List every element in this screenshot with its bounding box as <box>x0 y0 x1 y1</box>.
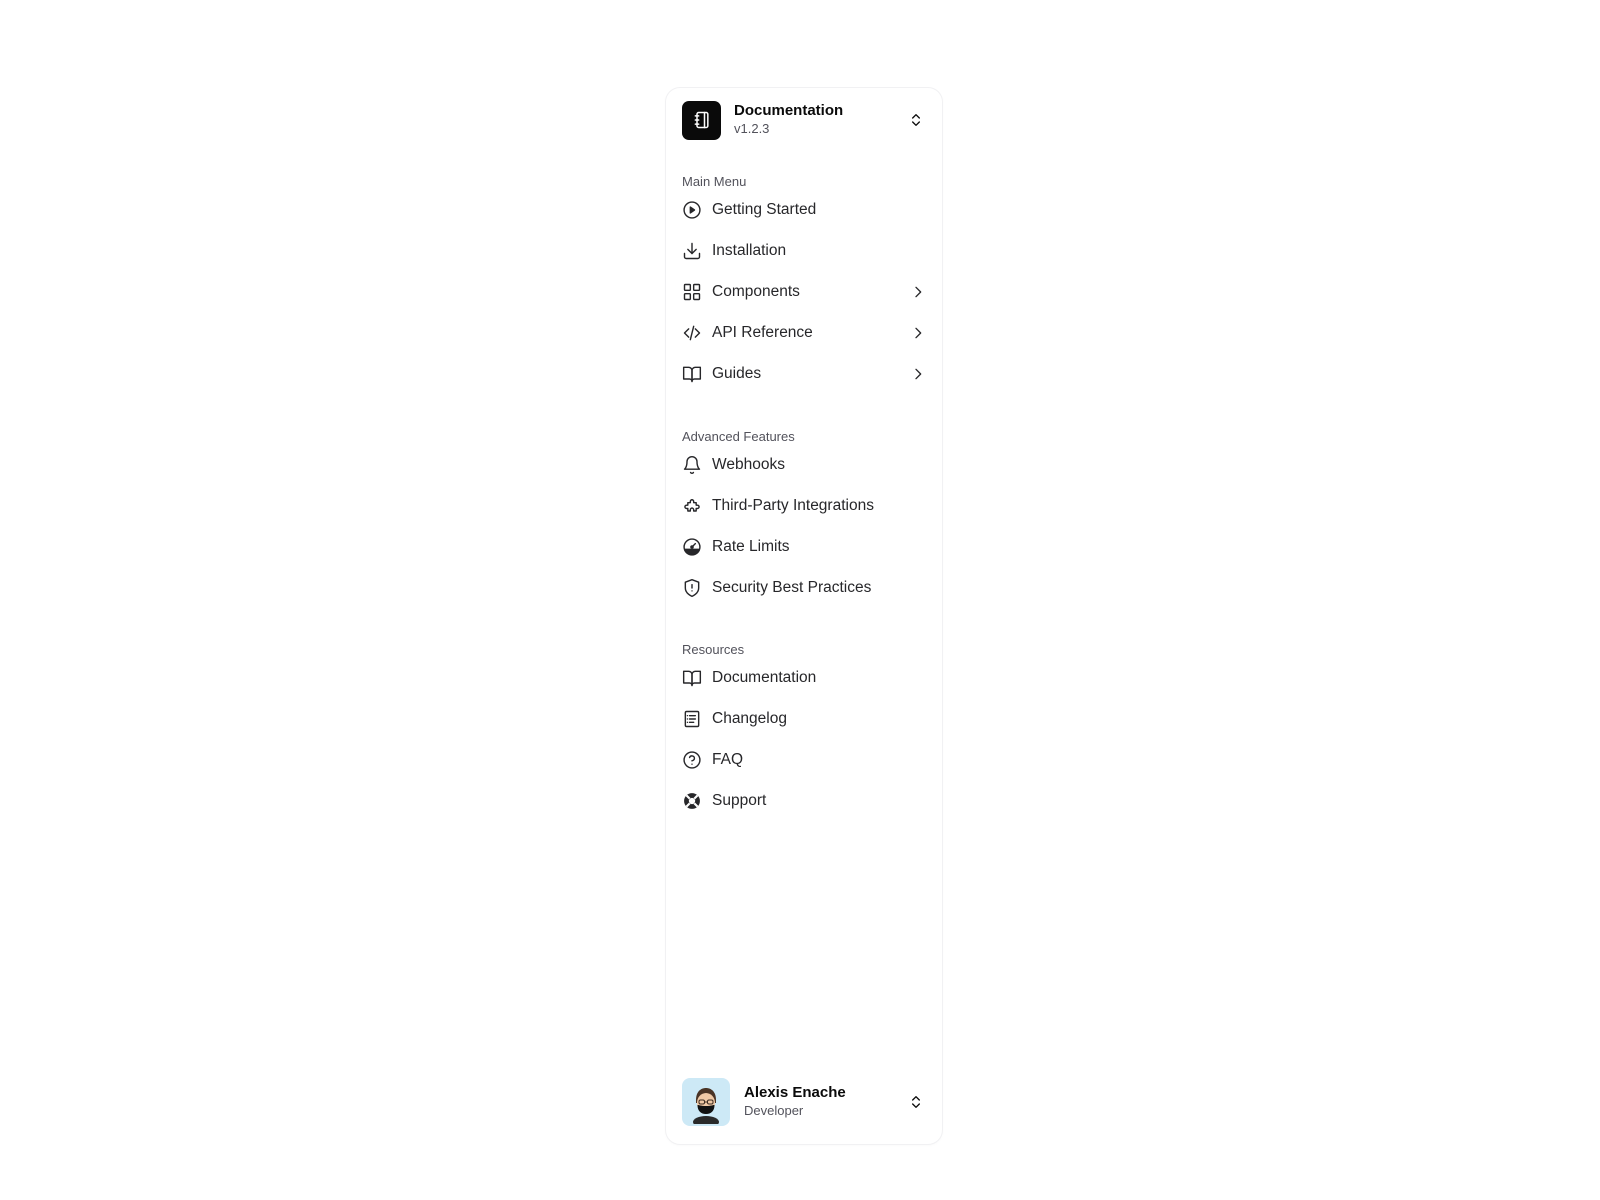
nav-item-changelog[interactable]: Changelog <box>680 701 928 737</box>
nav-item-label: Changelog <box>712 710 787 727</box>
nav-item-rate-limits[interactable]: Rate Limits <box>680 529 928 565</box>
nav-item-label: Third-Party Integrations <box>712 497 874 514</box>
section-label-main-menu: Main Menu <box>682 174 747 189</box>
code-icon <box>682 323 702 343</box>
user-info: Alexis Enache Developer <box>744 1084 908 1120</box>
notebook-icon <box>682 100 721 140</box>
nav-item-third-party-integrations[interactable]: Third-Party Integrations <box>680 488 928 524</box>
section-label-advanced-features: Advanced Features <box>682 429 795 444</box>
puzzle-icon <box>682 496 702 516</box>
help-circle-icon <box>682 750 702 770</box>
section-label-resources: Resources <box>682 642 745 657</box>
nav-item-getting-started[interactable]: Getting Started <box>680 192 928 228</box>
user-name: Alexis Enache <box>744 1084 846 1101</box>
chevrons-up-down-icon <box>912 1096 920 1108</box>
nav-item-documentation[interactable]: Documentation <box>680 660 928 696</box>
workspace-version: v1.2.3 <box>734 121 770 136</box>
nav-item-installation[interactable]: Installation <box>680 233 928 269</box>
user-role: Developer <box>744 1103 804 1118</box>
nav-item-label: Documentation <box>712 669 817 686</box>
nav-item-webhooks[interactable]: Webhooks <box>680 447 928 483</box>
life-buoy-icon <box>682 791 702 811</box>
nav-item-label: Installation <box>712 242 787 259</box>
book-open-icon <box>682 364 702 384</box>
workspace-switcher[interactable]: Documentation v1.2.3 <box>682 100 926 140</box>
nav-item-label: Getting Started <box>712 201 817 218</box>
nav-item-components[interactable]: Components <box>680 274 928 310</box>
chevrons-up-down-icon <box>912 114 920 126</box>
chevron-right-icon <box>915 327 922 339</box>
workspace-title: Documentation <box>734 102 844 119</box>
play-circle-icon <box>682 200 702 220</box>
nav-item-label: FAQ <box>712 751 744 768</box>
gauge-icon <box>682 537 702 557</box>
avatar <box>682 1078 730 1126</box>
chevron-right-icon <box>915 368 922 380</box>
nav-item-label: API Reference <box>712 324 813 341</box>
nav-item-label: Guides <box>712 365 762 382</box>
nav-item-label: Components <box>712 283 800 300</box>
nav-item-faq[interactable]: FAQ <box>680 742 928 778</box>
nav-item-guides[interactable]: Guides <box>680 356 928 392</box>
nav-item-api-reference[interactable]: API Reference <box>680 315 928 351</box>
nav-item-label: Support <box>712 792 767 809</box>
workspace-info: Documentation v1.2.3 <box>734 102 908 138</box>
nav-item-support[interactable]: Support <box>680 783 928 819</box>
nav-item-label: Rate Limits <box>712 538 790 555</box>
shield-alert-icon <box>682 578 702 598</box>
book-open-icon <box>682 668 702 688</box>
nav-item-label: Webhooks <box>712 456 785 473</box>
download-icon <box>682 241 702 261</box>
bell-icon <box>682 455 702 475</box>
nav-item-security-best-practices[interactable]: Security Best Practices <box>680 570 928 606</box>
sidebar: Documentation v1.2.3 Main Menu Getting S… <box>666 88 942 1144</box>
chevron-right-icon <box>915 286 922 298</box>
user-menu[interactable]: Alexis Enache Developer <box>682 1078 926 1126</box>
file-text-icon <box>682 709 702 729</box>
nav-item-label: Security Best Practices <box>712 579 872 596</box>
layout-grid-icon <box>682 282 702 302</box>
